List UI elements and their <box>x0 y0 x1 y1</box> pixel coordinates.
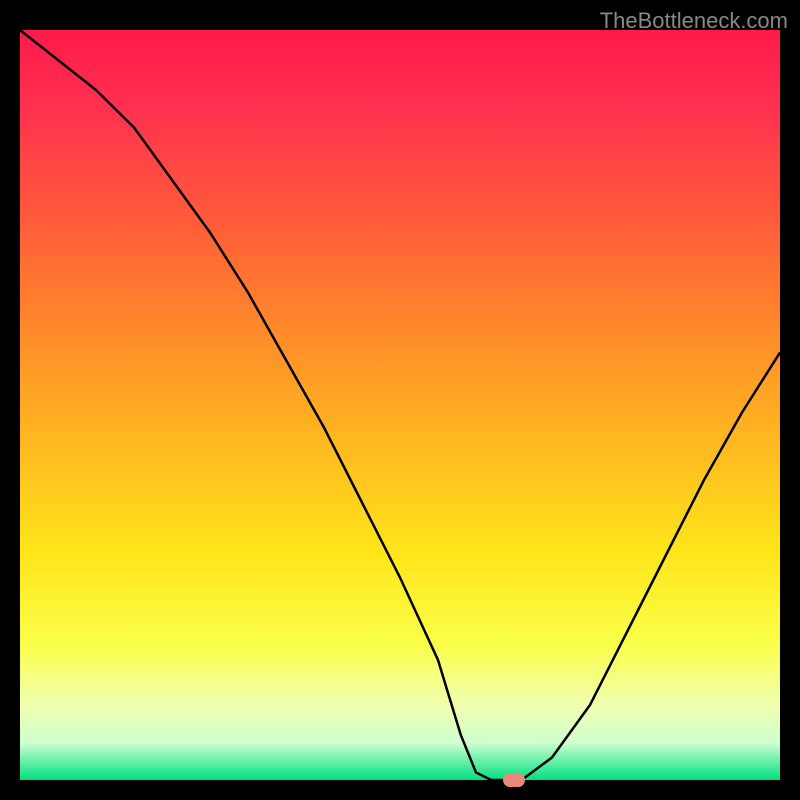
watermark-text: TheBottleneck.com <box>600 8 788 34</box>
chart-plot-area <box>20 30 780 780</box>
chart-curve-svg <box>20 30 780 780</box>
bottleneck-curve <box>20 30 780 780</box>
optimal-point-marker <box>503 773 525 787</box>
